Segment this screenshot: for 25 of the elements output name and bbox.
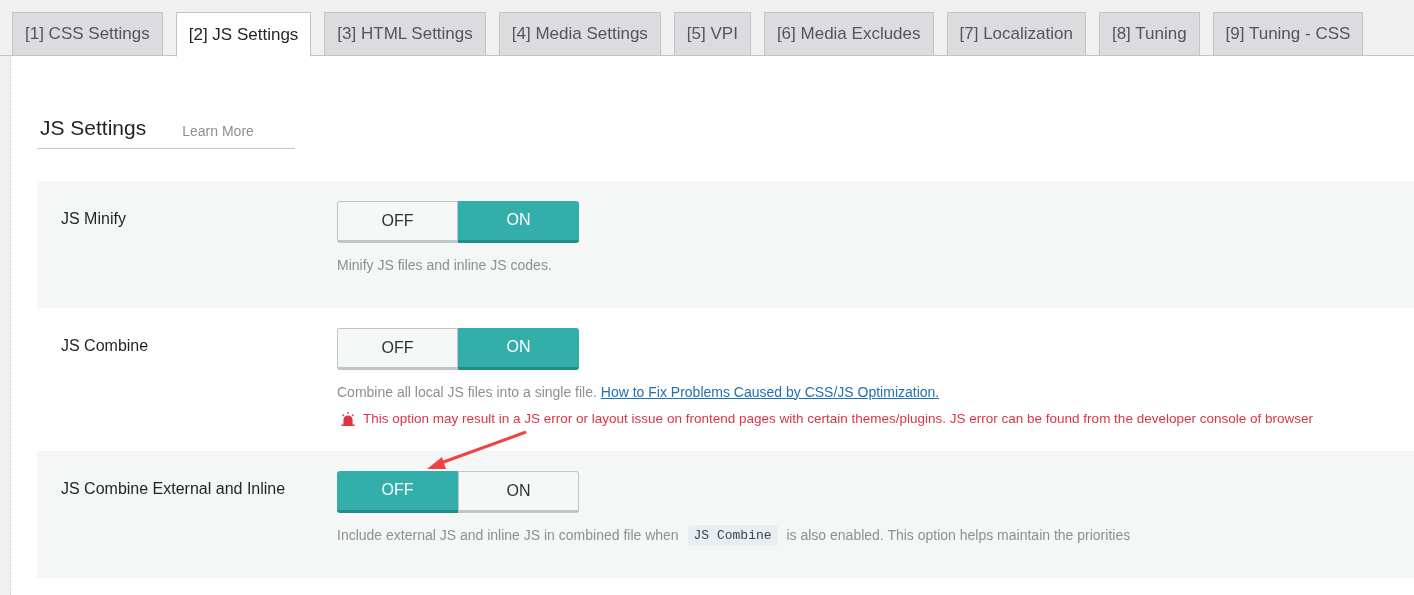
description-text: Combine all local JS files into a single file.	[337, 382, 598, 402]
tab[interactable]: [4] Media Settings	[498, 12, 661, 56]
tab[interactable]: [6] Media Excludes	[763, 12, 934, 56]
setting-label: JS Minify	[61, 208, 127, 229]
off-toggle-button[interactable]: OFF	[337, 200, 458, 243]
tab[interactable]: [2] JS Settings	[175, 12, 312, 57]
description-text: is also enabled. This option helps maintain the priorities	[785, 526, 1131, 545]
tab[interactable]: [8] Tuning	[1098, 12, 1200, 56]
alarm-icon	[341, 411, 355, 426]
help-link[interactable]: How to Fix Problems Caused by CSS/JS Optimization.	[600, 381, 940, 403]
setting-label: JS Combine	[61, 335, 150, 356]
section-heading: JS Settings	[40, 115, 147, 141]
setting-label: JS Combine External and Inline	[61, 478, 287, 499]
learn-more-link[interactable]: Learn More	[182, 120, 254, 144]
warning-text: This option may result in a JS error or layout issue on frontend pages with certain themes/plugins. JS error can be found from the developer console of browser	[363, 409, 1313, 428]
off-toggle-button[interactable]: OFF	[337, 327, 458, 370]
code-snippet: JS Combine	[687, 524, 778, 547]
tab[interactable]: [3] HTML Settings	[324, 12, 486, 56]
tab[interactable]: [1] CSS Settings	[12, 12, 163, 56]
description-text: Include external JS and inline JS in combined file when	[337, 526, 680, 545]
tab[interactable]: [5] VPI	[673, 12, 751, 56]
description-text: Minify JS files and inline JS codes.	[337, 255, 552, 275]
on-toggle-button[interactable]: ON	[458, 470, 579, 513]
tab[interactable]: [9] Tuning - CSS	[1212, 12, 1364, 56]
tab[interactable]: [7] Localization	[946, 12, 1086, 56]
